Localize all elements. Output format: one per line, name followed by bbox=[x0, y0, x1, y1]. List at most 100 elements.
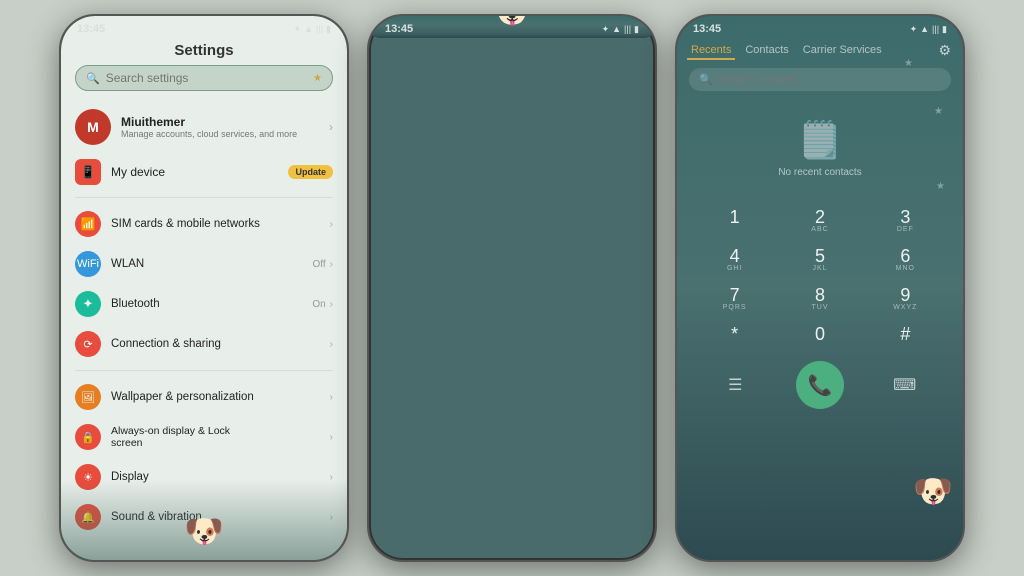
wlan-chevron: › bbox=[330, 259, 333, 270]
battery-icon-3: ▮ bbox=[942, 24, 947, 35]
dial-key-6[interactable]: 6 MNO bbox=[864, 241, 947, 278]
bluetooth-icon: ✦ bbox=[75, 291, 101, 317]
bluetooth-status-icon: ✦ bbox=[294, 24, 302, 35]
connection-icon: ⟳ bbox=[75, 331, 101, 357]
status-icons-1: ✦ ▲ ||| ▮ bbox=[294, 24, 331, 35]
dial-num-7: 7 bbox=[730, 286, 740, 304]
dial-num-9: 9 bbox=[900, 286, 910, 304]
sim-chevron: › bbox=[330, 219, 333, 230]
settings-item-wlan[interactable]: WiFi WLAN Off › bbox=[61, 244, 347, 284]
wallpaper-icon: 🖼 bbox=[75, 384, 101, 410]
status-bar-1: 13:45 ✦ ▲ ||| ▮ bbox=[61, 16, 347, 38]
dial-num-1: 1 bbox=[730, 208, 740, 226]
dialer-bottom-actions: ☰ 📞 ⌨ bbox=[677, 353, 963, 417]
lock-icon: 🔒 bbox=[75, 424, 101, 450]
settings-item-sim[interactable]: 📶 SIM cards & mobile networks › bbox=[61, 204, 347, 244]
dial-num-3: 3 bbox=[900, 208, 910, 226]
dial-key-star[interactable]: * bbox=[693, 319, 776, 349]
dial-key-hash[interactable]: # bbox=[864, 319, 947, 349]
search-icon-3: 🔍 bbox=[699, 73, 713, 86]
contacts-placeholder-icon: 🗒️ bbox=[798, 119, 843, 161]
dial-key-3[interactable]: 3 DEF bbox=[864, 202, 947, 239]
tab-carrier[interactable]: Carrier Services bbox=[799, 42, 886, 60]
tab-recents[interactable]: Recents bbox=[687, 42, 735, 60]
tab-contacts[interactable]: Contacts bbox=[741, 42, 792, 60]
wlan-icon: WiFi bbox=[75, 251, 101, 277]
profile-name: Miuithemer bbox=[121, 115, 319, 129]
dial-key-1[interactable]: 1 bbox=[693, 202, 776, 239]
keypad-icon[interactable]: ⌨ bbox=[889, 369, 921, 401]
status-icons-2: ✦ ▲ ||| ▮ bbox=[602, 24, 639, 35]
divider-1 bbox=[75, 197, 333, 198]
display-icon: ☀ bbox=[75, 464, 101, 490]
settings-item-connection[interactable]: ⟳ Connection & sharing › bbox=[61, 324, 347, 364]
contacts-search-bar[interactable]: 🔍 bbox=[689, 68, 951, 91]
settings-item-lock[interactable]: 🔒 Always-on display & Lockscreen › bbox=[61, 417, 347, 457]
star-icon: ★ bbox=[313, 73, 322, 84]
settings-item-display[interactable]: ☀ Display › bbox=[61, 457, 347, 497]
search-bar[interactable]: 🔍 ★ bbox=[75, 65, 333, 91]
dial-sub-4: GHI bbox=[727, 265, 742, 272]
search-input[interactable] bbox=[106, 71, 307, 85]
dialer-screen: 13:45 ✦ ▲ ||| ▮ ⚙ Recents Contacts Carri… bbox=[677, 16, 963, 560]
wifi-icon-2: ▲ bbox=[612, 24, 621, 34]
dial-num-5: 5 bbox=[815, 247, 825, 265]
wlan-value: Off › bbox=[313, 259, 334, 270]
dial-key-7[interactable]: 7 PQRS bbox=[693, 280, 776, 317]
profile-row[interactable]: M Miuithemer Manage accounts, cloud serv… bbox=[61, 101, 347, 153]
settings-item-bluetooth[interactable]: ✦ Bluetooth On › bbox=[61, 284, 347, 324]
dial-key-5[interactable]: 5 JKL bbox=[778, 241, 861, 278]
dial-num-2: 2 bbox=[815, 208, 825, 226]
dial-sub-6: MNO bbox=[896, 265, 915, 272]
dial-num-8: 8 bbox=[815, 286, 825, 304]
lock-label: Always-on display & Lockscreen bbox=[111, 425, 320, 449]
settings-screen: 13:45 ✦ ▲ ||| ▮ Settings 🔍 ★ M bbox=[61, 16, 347, 560]
bluetooth-chevron: › bbox=[330, 299, 333, 310]
contacts-search-input[interactable] bbox=[719, 74, 941, 86]
status-time-1: 13:45 bbox=[77, 23, 105, 35]
dial-key-2[interactable]: 2 ABC bbox=[778, 202, 861, 239]
wlan-status: Off bbox=[313, 259, 326, 270]
status-bar-2: 13:45 ✦ ▲ ||| ▮ bbox=[369, 16, 655, 38]
dial-sub-5: JKL bbox=[812, 265, 827, 272]
profile-sub: Manage accounts, cloud services, and mor… bbox=[121, 129, 319, 139]
dial-sub-7: PQRS bbox=[723, 304, 747, 311]
menu-icon[interactable]: ☰ bbox=[719, 369, 751, 401]
status-time-3: 13:45 bbox=[693, 23, 721, 35]
update-badge[interactable]: Update bbox=[288, 165, 333, 179]
sound-label: Sound & vibration bbox=[111, 511, 320, 523]
status-icons-3: ✦ ▲ ||| ▮ bbox=[910, 24, 947, 35]
wallpaper-label: Wallpaper & personalization bbox=[111, 391, 320, 403]
call-button[interactable]: 📞 bbox=[796, 361, 844, 409]
star-d2: ★ bbox=[934, 106, 943, 117]
avatar: M bbox=[75, 109, 111, 145]
dial-key-9[interactable]: 9 WXYZ bbox=[864, 280, 947, 317]
connection-label: Connection & sharing bbox=[111, 338, 320, 350]
dial-key-8[interactable]: 8 TUV bbox=[778, 280, 861, 317]
sim-icon: 📶 bbox=[75, 211, 101, 237]
dial-sub-3: DEF bbox=[897, 226, 914, 233]
dial-sub-8: TUV bbox=[811, 304, 828, 311]
dial-key-4[interactable]: 4 GHI bbox=[693, 241, 776, 278]
dial-key-0[interactable]: 0 bbox=[778, 319, 861, 349]
phone-folder: 13:45 ✦ ▲ ||| ▮ ★ ★ ★ ★ ★ Tools bbox=[367, 14, 657, 562]
my-device-label: My device bbox=[111, 165, 278, 179]
lock-chevron: › bbox=[330, 432, 333, 443]
settings-item-wallpaper[interactable]: 🖼 Wallpaper & personalization › bbox=[61, 377, 347, 417]
settings-gear-icon[interactable]: ⚙ bbox=[938, 42, 951, 59]
signal-icon-3: ||| bbox=[932, 24, 939, 34]
bt-icon-2: ✦ bbox=[602, 24, 610, 35]
phone-settings: 13:45 ✦ ▲ ||| ▮ Settings 🔍 ★ M bbox=[59, 14, 349, 562]
dial-num-0: 0 bbox=[815, 325, 825, 343]
wifi-status-icon: ▲ bbox=[304, 24, 313, 34]
dialpad: 1 2 ABC 3 DEF 4 GHI 5 JKL bbox=[677, 202, 963, 349]
display-chevron: › bbox=[330, 472, 333, 483]
dial-num-6: 6 bbox=[900, 247, 910, 265]
bluetooth-value: On › bbox=[312, 299, 333, 310]
search-icon: 🔍 bbox=[86, 72, 100, 85]
dial-sub-2: ABC bbox=[811, 226, 828, 233]
settings-item-sound[interactable]: 🔔 Sound & vibration › bbox=[61, 497, 347, 537]
sim-label: SIM cards & mobile networks bbox=[111, 218, 320, 230]
my-device-row[interactable]: 📱 My device Update bbox=[61, 153, 347, 191]
battery-icon: ▮ bbox=[326, 24, 331, 35]
